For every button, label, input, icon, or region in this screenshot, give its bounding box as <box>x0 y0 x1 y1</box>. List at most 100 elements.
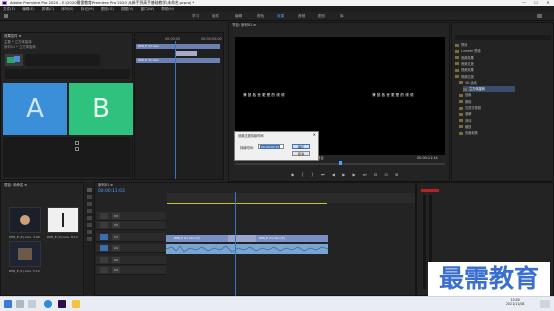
timeline-ruler[interactable] <box>167 193 415 203</box>
effects-item[interactable]: Lumetri 预设 <box>455 48 507 54</box>
effects-item[interactable]: 视频过渡 <box>455 74 507 80</box>
effects-item[interactable]: 溶解 <box>459 111 511 117</box>
workspace-assembly[interactable]: 组件 <box>212 12 219 21</box>
ec-playhead[interactable] <box>175 41 176 179</box>
track-target-toggle[interactable] <box>100 257 108 263</box>
search-taskbar-icon[interactable] <box>16 300 24 308</box>
effects-item[interactable]: 划像 <box>459 92 511 98</box>
hand-tool-icon[interactable] <box>87 230 92 234</box>
effects-item[interactable]: 预设 <box>455 42 507 48</box>
video-text-right: 滑 鼠 各 世 更 是 的 领 领 <box>372 93 414 97</box>
ec-clip-1[interactable]: DPR_E (2).mov <box>136 44 220 49</box>
track-header[interactable]: A1 <box>96 244 166 253</box>
project-item-2[interactable] <box>47 207 79 233</box>
effect-sequence-label: 序列01 * 立方体旋转 <box>4 45 36 49</box>
slip-tool-icon[interactable] <box>87 216 92 220</box>
effects-search-input[interactable] <box>455 35 551 40</box>
timeline-transition[interactable] <box>228 235 256 242</box>
timeline-playhead[interactable] <box>235 192 236 296</box>
track-target-toggle[interactable] <box>100 222 108 228</box>
premiere-taskbar-icon[interactable] <box>58 300 66 308</box>
effects-item[interactable]: 缩放 <box>459 124 511 130</box>
windows-start-icon[interactable] <box>4 300 12 308</box>
workspace-audio[interactable]: 音频 <box>298 12 305 21</box>
timeline-audio-clip[interactable] <box>166 244 328 254</box>
effects-item[interactable]: 音频效果 <box>455 55 507 61</box>
menu-window[interactable]: 窗口(W) <box>141 7 155 11</box>
razor-tool-icon[interactable] <box>87 209 92 213</box>
track-header[interactable]: V3 <box>96 212 166 221</box>
ec-timecode-start: 00:00:00 <box>165 37 181 41</box>
selection-tool-icon[interactable] <box>87 188 92 192</box>
menu-marker[interactable]: 标记(M) <box>81 7 94 11</box>
duration-input[interactable]: 00:00:00:15 <box>258 144 284 149</box>
ec-clip-2[interactable]: DPR_E (3).mov <box>136 58 220 63</box>
program-playhead[interactable] <box>339 161 342 165</box>
workspace-effects[interactable]: 效果 <box>277 12 284 21</box>
program-monitor-tab[interactable]: 节目: 序列01 ≡ <box>232 23 256 28</box>
task-view-icon[interactable] <box>28 300 36 308</box>
folder-icon <box>455 49 459 53</box>
effects-item[interactable]: 立方体旋转 <box>463 86 515 93</box>
track-header[interactable]: V1 <box>96 233 166 242</box>
effects-item-label: 沉浸式视频 <box>465 106 481 110</box>
ok-button[interactable]: 确定 <box>292 144 310 149</box>
effects-item[interactable]: 页面剥落 <box>459 130 511 136</box>
menu-clip[interactable]: 剪辑(C) <box>42 7 55 11</box>
menu-view[interactable]: 视图(V) <box>121 7 133 11</box>
effects-item[interactable]: 沉浸式视频 <box>459 105 511 111</box>
effects-item[interactable]: 滑动 <box>459 118 511 124</box>
track-target-toggle[interactable] <box>100 267 108 273</box>
track-header[interactable]: V2 <box>96 221 166 230</box>
effects-item[interactable]: 视频效果 <box>455 67 507 73</box>
track-header[interactable]: A2 <box>96 256 166 265</box>
workspace-color[interactable]: 颜色 <box>257 12 264 21</box>
menu-edit[interactable]: 编辑(E) <box>22 7 34 11</box>
track-target-toggle[interactable] <box>100 245 108 251</box>
dialog-close-icon[interactable]: ✕ <box>313 132 316 137</box>
project-item-3-name: DPR_E (1).mov <box>9 269 32 273</box>
track-header[interactable]: A3 <box>96 266 166 275</box>
workspace-editing[interactable]: 编辑 <box>235 12 242 21</box>
effects-item-label: 擦除 <box>465 99 472 104</box>
ec-transition-block[interactable] <box>175 51 197 56</box>
cancel-button[interactable]: 取消 <box>292 151 310 156</box>
home-icon[interactable] <box>4 14 8 18</box>
menu-graphics[interactable]: 图形(G) <box>101 7 114 11</box>
search-icon[interactable] <box>537 14 542 18</box>
effects-item[interactable]: 3D 运动 <box>459 80 511 86</box>
track-target-toggle[interactable] <box>100 213 108 219</box>
timeline-clip-v1-b[interactable]: DPR_E (3).mov [V] <box>256 235 328 242</box>
menu-sequence[interactable]: 序列(S) <box>61 7 73 11</box>
type-tool-icon[interactable] <box>87 237 92 241</box>
folder-icon <box>459 119 463 123</box>
duration-label: 持续时间: <box>240 146 254 150</box>
edge-browser-icon[interactable] <box>44 300 52 308</box>
timeline-timecode[interactable]: 00:00:11:03 <box>98 189 125 194</box>
file-explorer-icon[interactable] <box>72 300 80 308</box>
ripple-edit-icon[interactable] <box>87 202 92 206</box>
track-select-icon[interactable] <box>87 195 92 199</box>
workspace-libraries[interactable]: 库 <box>340 12 344 21</box>
project-tab[interactable]: 项目: 未命名 ≡ <box>4 183 27 188</box>
effects-item-label: 缩放 <box>465 124 472 129</box>
project-item-1[interactable] <box>9 207 41 233</box>
pen-tool-icon[interactable] <box>87 223 92 227</box>
project-item-3[interactable] <box>9 241 41 267</box>
transition-duration-dialog: 设置过渡持续时间 ✕ 持续时间: 00:00:00:15 确定 取消 <box>234 131 319 161</box>
effect-controls-tab[interactable]: 效果控件 ≡ <box>4 34 21 39</box>
notification-icon[interactable] <box>540 300 550 308</box>
timeline-tab[interactable]: 序列01 ≡ <box>98 183 113 188</box>
track-label: A1 <box>112 245 120 251</box>
effects-item[interactable]: 擦除 <box>459 99 511 105</box>
effects-item[interactable]: 音频过渡 <box>455 61 507 67</box>
workspace-graphics[interactable]: 图形 <box>318 12 325 21</box>
menu-help[interactable]: 帮助(H) <box>161 7 174 11</box>
duration-value: 00:00:00:15 <box>260 145 281 149</box>
track-label: A3 <box>112 267 120 273</box>
track-target-toggle[interactable] <box>100 234 108 240</box>
workspace-learn[interactable]: 学习 <box>192 12 199 21</box>
menu-file[interactable]: 文件(F) <box>3 7 15 11</box>
transport-controls[interactable]: ◆ { } ⏮ ◀ ▶ ▶ ⏭ ⊟ ⊡ ⊞ <box>291 172 398 178</box>
work-area-bar[interactable] <box>167 203 327 204</box>
